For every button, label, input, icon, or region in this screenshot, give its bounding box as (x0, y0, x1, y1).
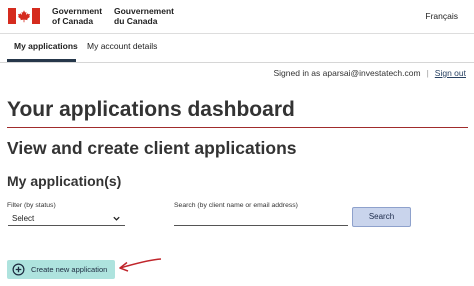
chevron-down-icon (113, 216, 120, 221)
sign-out-link[interactable]: Sign out (435, 68, 466, 78)
title-underline (7, 127, 468, 128)
status-filter-label: Filter (by status) (7, 202, 56, 209)
government-signature-fr: Gouvernement du Canada (114, 6, 174, 26)
search-label: Search (by client name or email address) (174, 202, 298, 209)
signature-fr-line2: du Canada (114, 15, 158, 26)
annotation-arrow-icon (119, 258, 162, 272)
tab-my-account-details[interactable]: My account details (87, 41, 157, 51)
signature-en-line2: of Canada (52, 15, 94, 26)
language-toggle-link[interactable]: Français (425, 11, 458, 21)
tab-my-applications[interactable]: My applications (14, 41, 78, 51)
plus-circle-icon (12, 263, 25, 276)
status-filter-value: Select (12, 214, 35, 223)
page-title: Your applications dashboard (7, 98, 295, 121)
page-subtitle: View and create client applications (7, 138, 297, 158)
main-nav: My applications My account details (0, 34, 474, 62)
search-input[interactable] (174, 211, 348, 226)
create-new-application-button[interactable]: Create new application (7, 260, 115, 279)
government-signature-en: Government of Canada (52, 6, 102, 26)
session-bar: Signed in as aparsai@investatech.com | Sig… (274, 68, 467, 78)
site-header: Government of Canada Gouvernement du Can… (0, 0, 474, 34)
create-button-label: Create new application (31, 265, 108, 274)
section-title: My application(s) (7, 173, 122, 189)
signed-in-text: Signed in as aparsai@investatech.com (273, 68, 421, 78)
session-separator: | (426, 68, 429, 78)
nav-divider (0, 62, 474, 63)
canada-flag-icon (8, 8, 40, 24)
search-button[interactable]: Search (352, 207, 411, 227)
status-filter-select[interactable]: Select (8, 211, 125, 226)
